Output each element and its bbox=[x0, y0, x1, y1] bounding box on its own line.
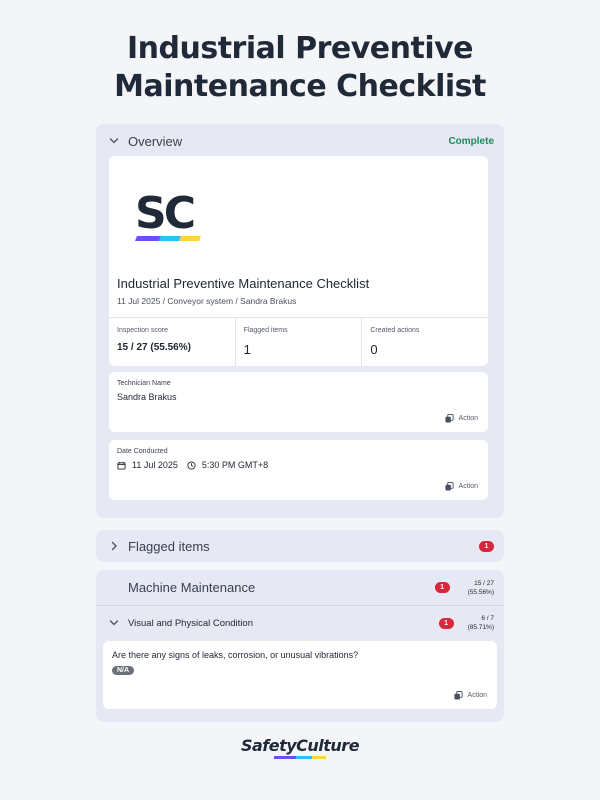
clock-icon bbox=[187, 460, 196, 470]
action-label: Action bbox=[467, 692, 487, 699]
status-badge: Complete bbox=[448, 135, 494, 147]
overview-header[interactable]: Overview Complete bbox=[96, 124, 504, 158]
date-action-button[interactable]: Action bbox=[444, 482, 478, 491]
question-text: Are there any signs of leaks, corrosion,… bbox=[112, 650, 359, 660]
technician-label: Technician Name bbox=[117, 380, 171, 387]
date-card: Date Conducted 11 Jul 2025 5:30 PM GMT+8… bbox=[109, 440, 488, 500]
score-line2: (85.71%) bbox=[467, 624, 494, 631]
report-subtitle: 11 Jul 2025 / Conveyor system / Sandra B… bbox=[117, 296, 297, 306]
page-title-line2: Maintenance Checklist bbox=[114, 69, 486, 104]
action-icon bbox=[444, 414, 454, 423]
stat-value: 1 bbox=[243, 342, 251, 357]
safetyculture-logo: SafetyCulture bbox=[0, 736, 600, 760]
stat-inspection-score: Inspection score 15 / 27 (55.56%) bbox=[109, 318, 236, 367]
flagged-items-section[interactable]: Flagged items 1 bbox=[96, 530, 504, 562]
page-title: Industrial Preventive Maintenance Checkl… bbox=[0, 30, 600, 106]
flagged-count-badge: 1 bbox=[479, 540, 494, 552]
stat-flagged-items: Flagged items 1 bbox=[236, 318, 363, 367]
question-card: Are there any signs of leaks, corrosion,… bbox=[103, 641, 497, 709]
stat-created-actions: Created actions 0 bbox=[362, 318, 488, 367]
time-value: 5:30 PM GMT+8 bbox=[201, 460, 269, 470]
visual-condition-title: Visual and Physical Condition bbox=[128, 617, 253, 629]
svg-text:SC: SC bbox=[135, 188, 194, 239]
machine-maintenance-title: Machine Maintenance bbox=[128, 580, 256, 595]
overview-section: Overview Complete SC Industrial Preventi… bbox=[96, 124, 504, 518]
brand-name: SafetyCulture bbox=[240, 736, 360, 755]
chevron-down-icon bbox=[106, 133, 122, 149]
stats-row: Inspection score 15 / 27 (55.56%) Flagge… bbox=[109, 317, 488, 367]
score-line1: 6 / 7 bbox=[481, 615, 494, 622]
calendar-icon bbox=[117, 461, 126, 470]
flagged-items-title: Flagged items bbox=[128, 538, 210, 554]
visual-flag-badge: 1 bbox=[438, 617, 454, 629]
chevron-right-icon bbox=[106, 538, 122, 554]
score-line2: (55.56%) bbox=[467, 588, 494, 596]
visual-condition-header[interactable]: Visual and Physical Condition 1 6 / 7 (8… bbox=[96, 606, 504, 640]
action-icon bbox=[453, 691, 463, 700]
page-title-line1: Industrial Preventive bbox=[126, 31, 474, 66]
brand-stripe bbox=[274, 756, 326, 759]
visual-score: 6 / 7 (85.71%) bbox=[468, 614, 494, 632]
sc-logo: SC bbox=[135, 186, 205, 249]
stat-label: Created actions bbox=[370, 327, 420, 334]
chevron-down-icon bbox=[106, 615, 122, 631]
report-summary-card: SC Industrial Preventive Maintenance Che… bbox=[109, 156, 488, 367]
stat-label: Flagged items bbox=[243, 327, 288, 334]
technician-value[interactable]: Sandra Brakus bbox=[117, 392, 177, 402]
overview-title: Overview bbox=[128, 133, 183, 149]
action-label: Action bbox=[458, 483, 478, 490]
stat-value: 0 bbox=[370, 342, 378, 357]
question-action-button[interactable]: Action bbox=[453, 691, 487, 700]
action-label: Action bbox=[458, 415, 478, 422]
machine-score: 15 / 27 (55.56%) bbox=[468, 579, 494, 597]
technician-card: Technician Name Sandra Brakus Action bbox=[109, 372, 488, 432]
machine-maintenance-section: Machine Maintenance 1 15 / 27 (55.56%) V… bbox=[96, 570, 504, 722]
date-label: Date Conducted bbox=[117, 448, 168, 455]
answer-na-chip[interactable]: N/A bbox=[112, 666, 135, 675]
date-value: 11 Jul 2025 bbox=[132, 460, 178, 470]
stat-label: Inspection score bbox=[117, 327, 168, 334]
date-value-row[interactable]: 11 Jul 2025 5:30 PM GMT+8 bbox=[117, 460, 268, 470]
technician-action-button[interactable]: Action bbox=[444, 414, 478, 423]
machine-flag-badge: 1 bbox=[434, 582, 450, 593]
report-title: Industrial Preventive Maintenance Checkl… bbox=[117, 276, 370, 291]
machine-maintenance-header[interactable]: Machine Maintenance 1 15 / 27 (55.56%) bbox=[96, 570, 504, 606]
stat-value: 15 / 27 (55.56%) bbox=[117, 342, 191, 353]
score-line1: 15 / 27 bbox=[474, 579, 494, 587]
action-icon bbox=[444, 482, 454, 491]
